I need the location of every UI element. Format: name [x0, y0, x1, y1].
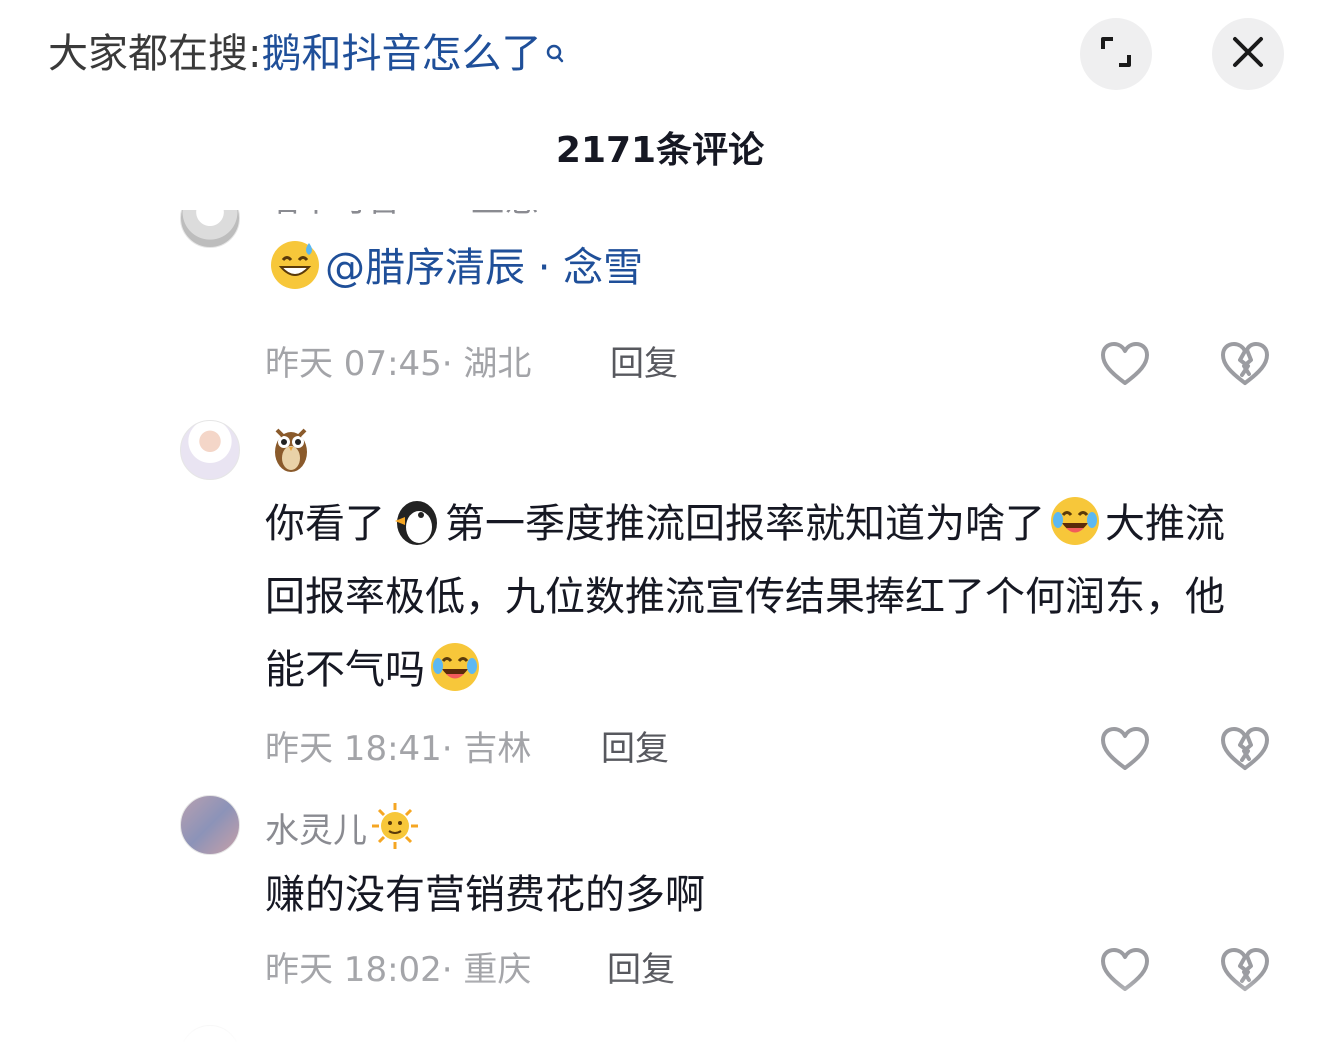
comment-meta: 昨天 18:41· 吉林	[265, 725, 531, 773]
meta-separator: ·	[441, 344, 464, 384]
comment-username[interactable]: 水灵儿	[265, 802, 419, 863]
comment-location: 吉林	[463, 729, 532, 769]
penguin-emoji	[389, 495, 441, 547]
comment-username[interactable]: 喵不可言 鱼愚	[265, 210, 539, 226]
comment-text: 赚的没有营销费花的多啊	[265, 872, 705, 918]
bottom-fade	[0, 975, 1320, 1042]
broken-heart-icon	[1220, 341, 1270, 387]
avatar[interactable]	[180, 210, 240, 248]
comments-count-title: 2171条评论	[555, 130, 765, 171]
sun-face-emoji	[371, 802, 419, 863]
search-suggestion-query[interactable]: 鹅和抖音怎么了	[261, 31, 541, 77]
comment-meta: 昨天 07:45· 湖北	[265, 340, 531, 388]
like-button[interactable]	[1100, 726, 1150, 772]
comment-item: 水灵儿 赚的没有营销费花的多啊 昨天 18:02· 重庆 回复	[0, 795, 1320, 995]
comment-time: 昨天 18:41	[265, 729, 442, 769]
comment-item: 喵不可言 鱼愚 @腊序清辰 · 念雪 昨天 07:45· 湖北 回复	[0, 210, 1320, 390]
like-button[interactable]	[1100, 341, 1150, 387]
comment-item: 你看了 第一季度推流回报率就知道为啥了 大推流回报率极低，九位数推流宣传结果捧红了个…	[0, 420, 1320, 770]
avatar[interactable]	[180, 420, 240, 480]
comment-time: 昨天 07:45	[265, 344, 442, 384]
expand-icon	[1099, 35, 1133, 73]
comment-list[interactable]: 喵不可言 鱼愚 @腊序清辰 · 念雪 昨天 07:45· 湖北 回复 你看了第一…	[0, 210, 1320, 1042]
owl-emoji	[269, 422, 313, 487]
crying-laughing-emoji	[1049, 495, 1101, 547]
search-suggestion[interactable]: 大家都在搜:鹅和抖音怎么了	[48, 26, 565, 82]
expand-button[interactable]	[1080, 18, 1152, 90]
comment-text: 你看了 第一季度推流回报率就知道为啥了 大推流回报率极低，九位数推流宣传结果捧红了个…	[265, 488, 1245, 707]
search-suggestion-prefix: 大家都在搜:	[48, 31, 262, 77]
reply-to-username: 鱼愚	[471, 210, 539, 220]
heart-icon	[1100, 726, 1150, 772]
comment-text-part: 你看了	[265, 501, 385, 547]
username-text: 水灵儿	[265, 811, 367, 851]
comment-username[interactable]	[265, 422, 313, 487]
grinning-sweat-emoji	[269, 239, 321, 291]
reply-button[interactable]: 回复	[601, 725, 669, 773]
dislike-button[interactable]	[1220, 341, 1270, 387]
reply-arrow-icon	[426, 210, 446, 226]
meta-separator: ·	[441, 729, 464, 769]
dislike-button[interactable]	[1220, 726, 1270, 772]
crying-laughing-emoji	[429, 641, 481, 693]
close-icon	[1232, 36, 1264, 72]
heart-icon	[1100, 341, 1150, 387]
mention-link[interactable]: @腊序清辰 · 念雪	[325, 245, 643, 291]
reply-button[interactable]: 回复	[610, 340, 678, 388]
close-button[interactable]	[1212, 18, 1284, 90]
search-icon	[545, 26, 565, 63]
comment-text-part: 第一季度推流回报率就知道为啥了	[445, 501, 1045, 547]
top-bar: 大家都在搜:鹅和抖音怎么了	[0, 0, 1320, 110]
comment-location: 湖北	[463, 344, 532, 384]
comment-text: @腊序清辰 · 念雪	[265, 232, 1245, 305]
avatar[interactable]	[180, 795, 240, 855]
username-text: 喵不可言	[265, 210, 401, 220]
broken-heart-icon	[1220, 726, 1270, 772]
